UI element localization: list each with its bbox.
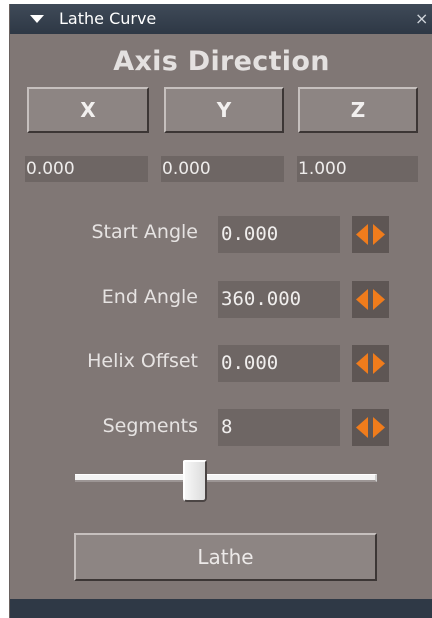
end-angle-spinner[interactable] [352, 281, 389, 318]
segments-label: Segments [102, 415, 198, 437]
helix-offset-field[interactable]: 0.000 [218, 345, 340, 382]
lathe-curve-panel: Lathe Curve × Axis Direction X Y Z 0.000… [9, 4, 432, 618]
end-angle-field[interactable]: 360.000 [218, 281, 340, 318]
segments-slider-track[interactable] [75, 474, 377, 482]
axis-y-field[interactable]: 0.000 [161, 156, 284, 182]
panel-title: Lathe Curve [59, 9, 157, 28]
axis-x-field[interactable]: 0.000 [25, 156, 148, 182]
end-angle-label: End Angle [101, 286, 198, 308]
axis-z-button[interactable]: Z [298, 87, 418, 133]
left-right-arrows-icon [356, 353, 385, 374]
axis-z-field[interactable]: 1.000 [297, 156, 418, 182]
triangle-down-icon[interactable] [30, 15, 44, 23]
left-right-arrows-icon [356, 417, 385, 438]
lathe-button[interactable]: Lathe [74, 533, 377, 581]
start-angle-field[interactable]: 0.000 [218, 216, 340, 253]
panel-titlebar[interactable]: Lathe Curve × [10, 4, 432, 34]
panel-bottom-bar [10, 599, 432, 618]
left-right-arrows-icon [356, 289, 385, 310]
axis-y-button[interactable]: Y [164, 87, 284, 133]
axis-x-button[interactable]: X [27, 87, 149, 133]
segments-spinner[interactable] [352, 409, 389, 446]
start-angle-spinner[interactable] [352, 216, 389, 253]
start-angle-label: Start Angle [91, 221, 198, 243]
helix-offset-label: Helix Offset [87, 350, 198, 372]
close-icon[interactable]: × [415, 8, 432, 30]
left-right-arrows-icon [356, 224, 385, 245]
helix-offset-spinner[interactable] [352, 345, 389, 382]
segments-field[interactable]: 8 [218, 409, 340, 446]
axis-direction-heading: Axis Direction [113, 46, 330, 77]
segments-slider-thumb[interactable] [183, 460, 207, 502]
